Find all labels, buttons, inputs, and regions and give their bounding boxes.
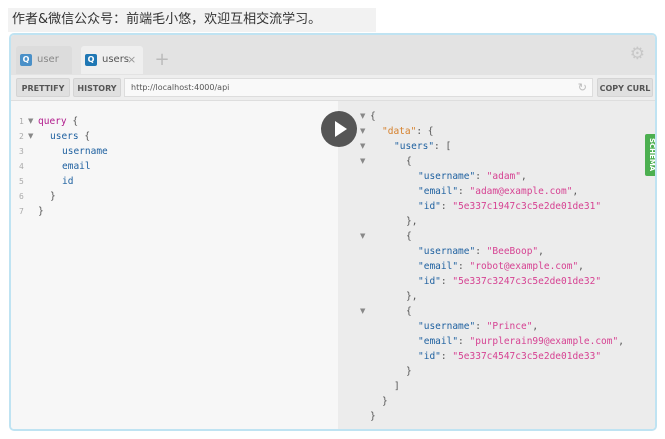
article-caption: 作者&微信公众号：前端毛小悠，欢迎互相交流学习。 [8,8,376,32]
user-email: "robot@example.com" [469,261,579,272]
result-line: "username": "adam", [418,171,527,182]
result-line: "email": "purplerain99@example.com", [418,336,624,347]
line-number: 7 [19,207,24,216]
result-brace: } [382,396,388,407]
query-field: email [62,161,91,172]
query-field: id [62,176,74,187]
fold-arrow-icon[interactable]: ▼ [360,139,365,154]
line-number: 6 [19,192,24,201]
result-brace: } [406,366,412,377]
result-brace: { [406,306,412,317]
fold-arrow-icon[interactable]: ▼ [360,154,365,169]
copy-curl-button[interactable]: COPY CURL [597,78,653,97]
user-username: "BeeBoop" [486,246,539,257]
tab-bar: Q user Q users × + ⚙ [11,35,655,75]
fold-arrow-icon[interactable]: ▼ [360,124,365,139]
query-field: users [50,131,79,142]
result-line: "email": "robot@example.com", [418,261,584,272]
result-line: "username": "BeeBoop", [418,246,544,257]
fold-arrow-icon[interactable]: ▼ [360,109,365,124]
result-viewer: ▼ { ▼ "data": { ▼ "users": [ ▼ { "userna… [338,101,655,429]
prettify-button[interactable]: PRETTIFY [16,78,70,97]
query-line: query { [38,116,79,127]
query-editor[interactable]: 1 ▼ 2 ▼ 3 4 5 6 7 query { users { userna… [11,101,338,429]
closing-brace: } [38,206,44,217]
user-username: "adam" [486,171,521,182]
schema-tab-button[interactable]: SCHEMA [645,134,655,176]
user-email: "purplerain99@example.com" [469,336,619,347]
result-brace: }, [406,291,418,302]
user-id: "5e337c4547c3c5e2de01de33" [452,351,602,362]
result-brace: { [406,156,412,167]
query-keyword: query [38,116,67,127]
line-number: 4 [19,162,24,171]
fold-arrow-icon[interactable]: ▼ [360,229,365,244]
fold-arrow-icon[interactable]: ▼ [28,129,33,144]
fold-arrow-icon[interactable]: ▼ [360,304,365,319]
result-brace: { [370,111,376,122]
history-button[interactable]: HISTORY [73,78,121,97]
result-line: "id": "5e337c4547c3c5e2de01de33" [418,351,602,362]
query-line: users { [50,131,91,142]
play-icon [335,121,347,137]
fold-arrow-icon[interactable]: ▼ [28,114,33,129]
reload-schema-icon[interactable]: ↻ [578,79,587,96]
user-id: "5e337c3247c3c5e2de01de32" [452,276,602,287]
user-email: "adam@example.com" [469,186,573,197]
result-line: "id": "5e337c1947c3c5e2de01de31" [418,201,602,212]
line-number: 5 [19,177,24,186]
add-tab-button[interactable]: + [151,49,173,71]
data-key: "data" [382,126,417,137]
result-line: "email": "adam@example.com", [418,186,579,197]
result-brace: { [406,231,412,242]
query-badge-icon: Q [85,54,97,66]
user-username: "Prince" [486,321,533,332]
users-key: "users" [394,141,435,152]
execute-query-button[interactable] [321,111,357,147]
result-bracket: ] [394,381,400,392]
line-number: 3 [19,147,24,156]
tab-users[interactable]: Q users × [81,46,143,74]
endpoint-url-text: http://localhost:4000/api [131,83,230,92]
tab-label: user [37,54,59,65]
settings-gear-icon[interactable]: ⚙ [630,44,645,64]
endpoint-url-input[interactable]: http://localhost:4000/api ↻ [124,78,593,97]
user-id: "5e337c1947c3c5e2de01de31" [452,201,602,212]
result-line: "users": [ [394,141,452,152]
result-line: "username": "Prince", [418,321,539,332]
toolbar: PRETTIFY HISTORY http://localhost:4000/a… [11,75,655,101]
query-badge-icon: Q [20,54,32,66]
close-tab-icon[interactable]: × [127,46,136,74]
tab-user[interactable]: Q user [16,46,72,74]
result-brace: } [370,411,376,422]
result-brace: }, [406,216,418,227]
closing-brace: } [50,191,56,202]
graphql-playground-window: Q user Q users × + ⚙ PRETTIFY HISTORY ht… [9,33,657,431]
result-line: "id": "5e337c3247c3c5e2de01de32" [418,276,602,287]
result-line: "data": { [382,126,434,137]
query-field: username [62,146,108,157]
tab-label: users [102,54,130,65]
